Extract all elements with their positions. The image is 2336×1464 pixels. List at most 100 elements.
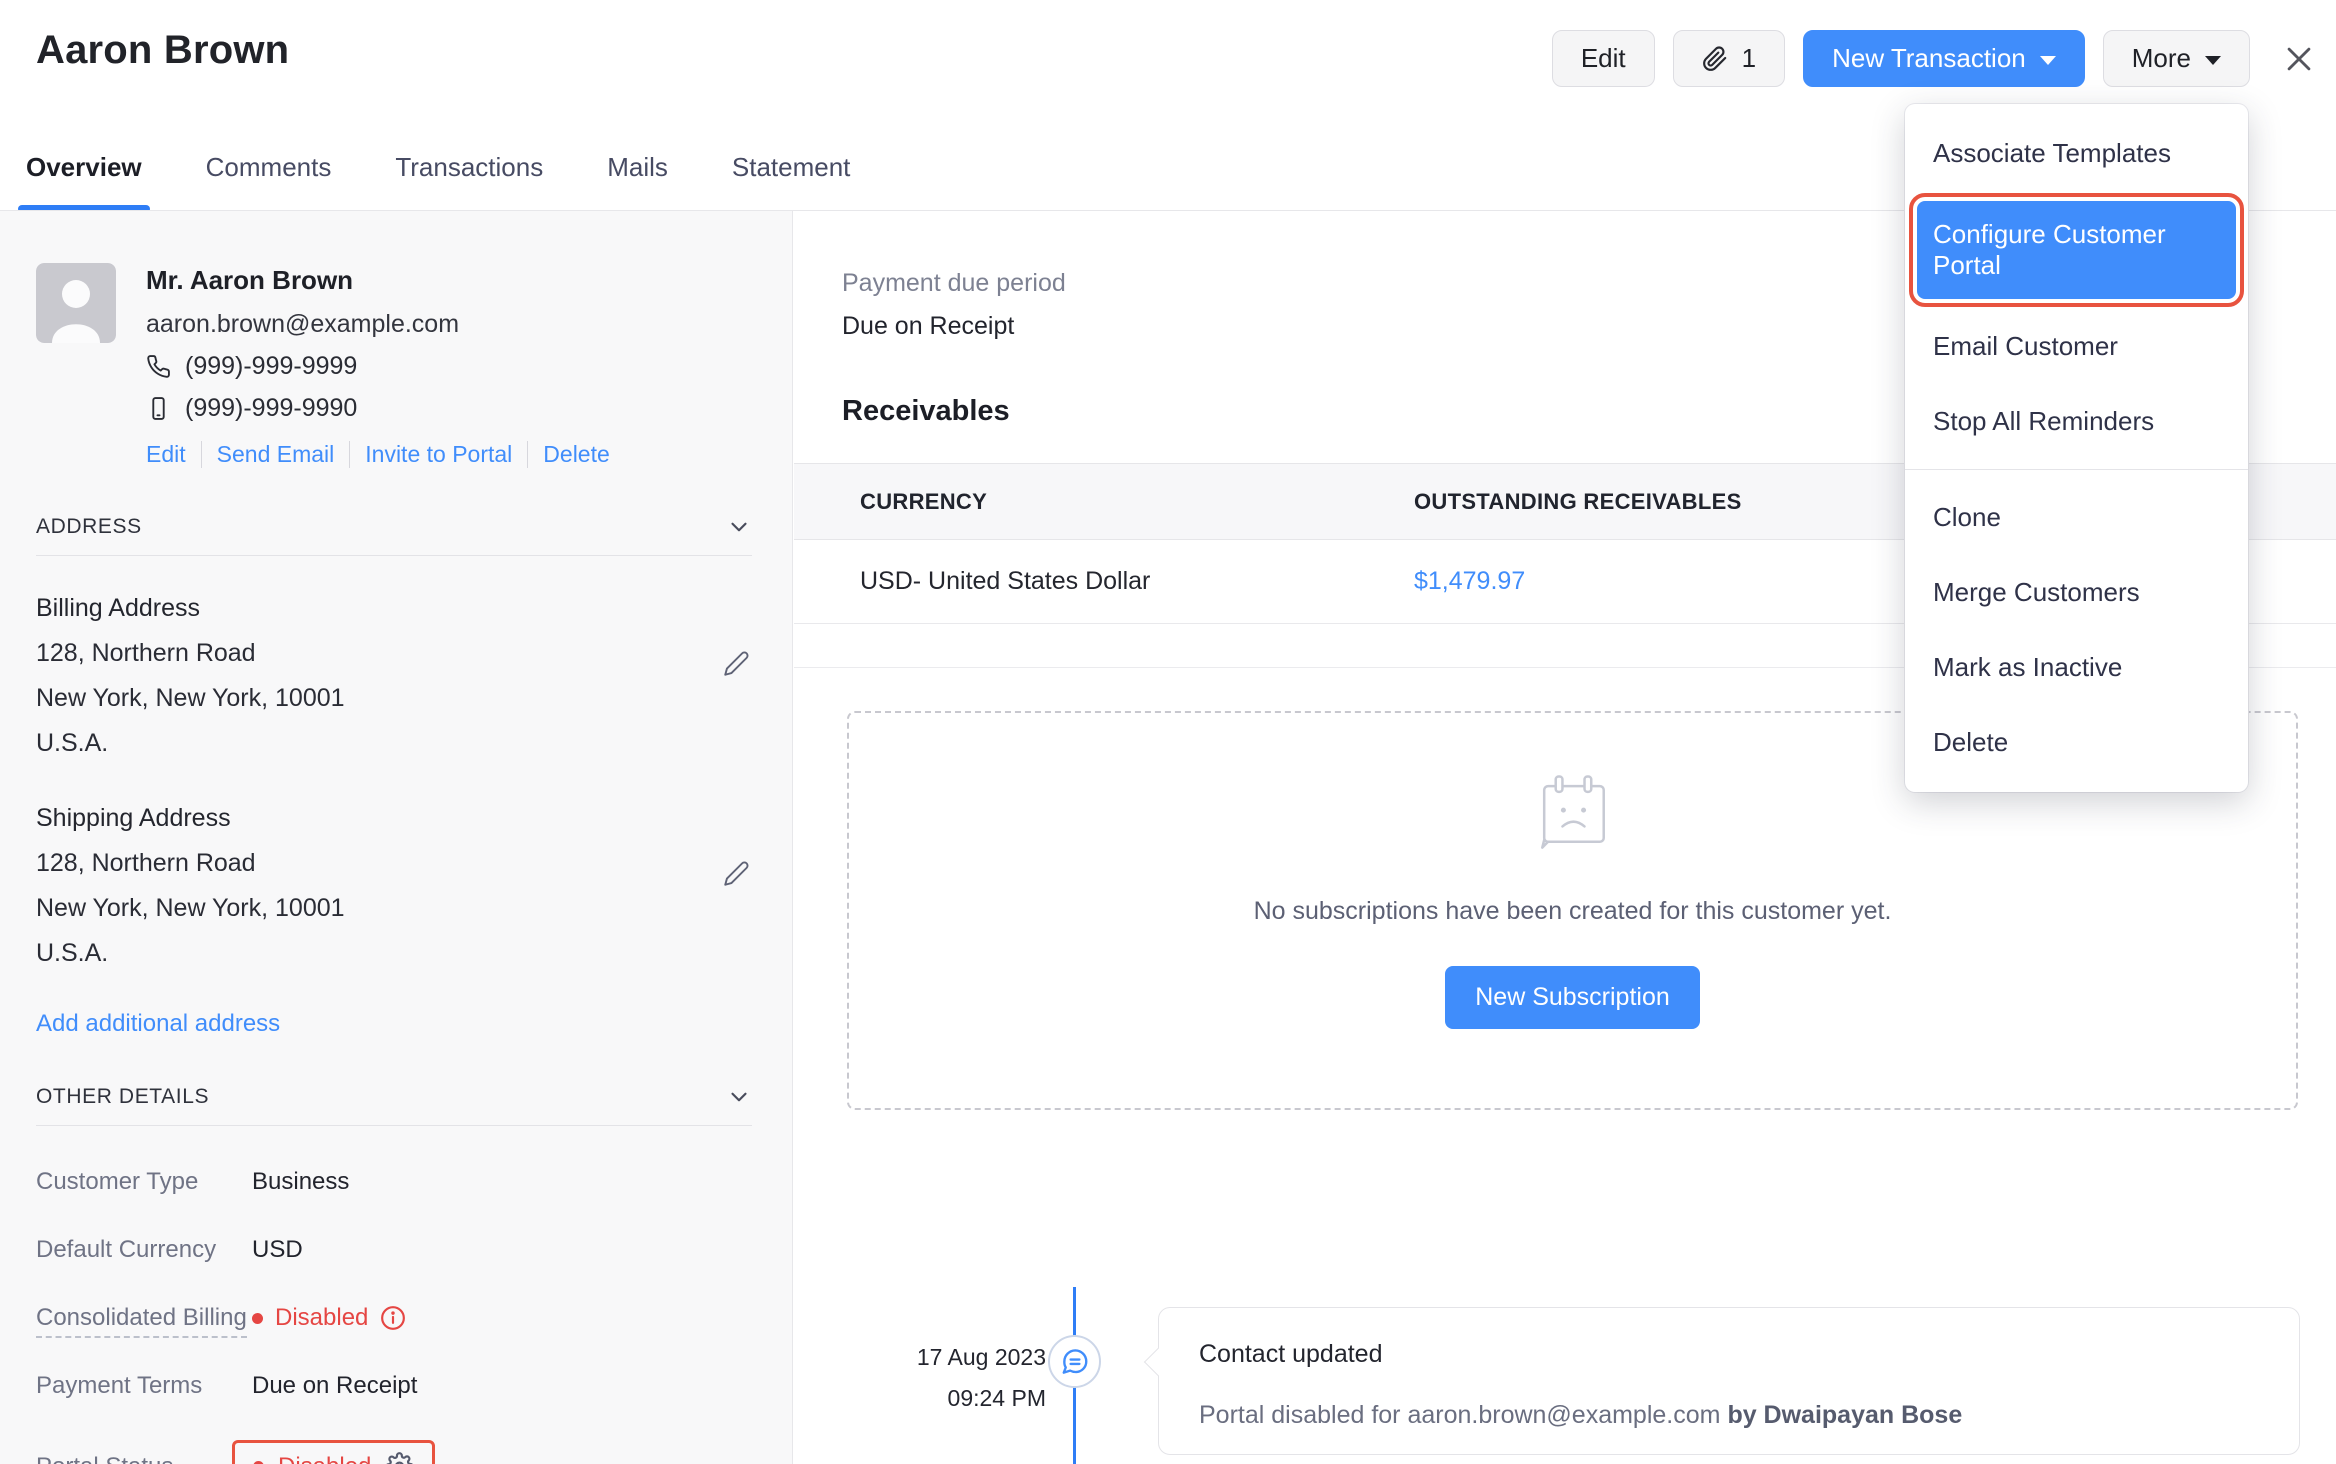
pencil-icon[interactable]	[723, 860, 750, 887]
divider	[36, 555, 752, 556]
contact-email: aaron.brown@example.com	[146, 310, 625, 339]
receivables-title: Receivables	[842, 395, 1010, 428]
billing-address-line: 128, Northern Road	[36, 631, 752, 676]
invite-to-portal-link[interactable]: Invite to Portal	[349, 441, 527, 468]
timeline-event-text: Portal disabled for aaron.brown@example.…	[1199, 1401, 1720, 1429]
chevron-down-icon	[2040, 56, 2056, 65]
edit-button-label: Edit	[1581, 43, 1626, 74]
menu-item-stop-all-reminders[interactable]: Stop All Reminders	[1905, 384, 2248, 459]
edit-button[interactable]: Edit	[1552, 30, 1655, 87]
billing-address-line: New York, New York, 10001	[36, 676, 752, 721]
customer-type-row: Customer Type Business	[36, 1168, 752, 1196]
work-phone: (999)-999-9999	[185, 352, 357, 381]
timeline-event-card: Contact updated Portal disabled for aaro…	[1158, 1307, 2300, 1455]
gear-icon[interactable]	[385, 1452, 414, 1464]
tab-mails[interactable]: Mails	[605, 152, 670, 209]
contact-edit-link[interactable]: Edit	[146, 441, 201, 468]
mobile-icon	[146, 396, 171, 421]
address-section-title: ADDRESS	[36, 515, 142, 539]
shipping-address-title: Shipping Address	[36, 796, 752, 841]
menu-divider	[1905, 469, 2248, 470]
attachment-count: 1	[1742, 43, 1756, 74]
menu-item-associate-templates[interactable]: Associate Templates	[1905, 116, 2248, 191]
tab-overview[interactable]: Overview	[24, 152, 144, 209]
address-section-header[interactable]: ADDRESS	[36, 514, 752, 540]
divider	[36, 1125, 752, 1126]
currency-column-header: CURRENCY	[794, 489, 1414, 515]
tab-transactions[interactable]: Transactions	[393, 152, 545, 209]
phone-icon	[146, 354, 171, 379]
avatar	[36, 263, 116, 343]
contact-name: Mr. Aaron Brown	[146, 265, 625, 296]
shipping-address-line: U.S.A.	[36, 931, 752, 976]
add-additional-address-link[interactable]: Add additional address	[36, 1010, 752, 1038]
header-actions: Edit 1 New Transaction More	[1552, 30, 2316, 87]
menu-item-clone[interactable]: Clone	[1905, 480, 2248, 555]
payment-terms-value: Due on Receipt	[252, 1372, 417, 1400]
default-currency-value: USD	[252, 1236, 303, 1264]
menu-item-configure-customer-portal[interactable]: Configure Customer Portal	[1917, 201, 2236, 299]
send-email-link[interactable]: Send Email	[201, 441, 350, 468]
tab-comments[interactable]: Comments	[204, 152, 334, 209]
shipping-address-line: 128, Northern Road	[36, 841, 752, 886]
menu-item-merge-customers[interactable]: Merge Customers	[1905, 555, 2248, 630]
billing-address-title: Billing Address	[36, 586, 752, 631]
billing-address-block: Billing Address 128, Northern Road New Y…	[36, 586, 752, 766]
payment-due-period-label: Payment due period	[842, 269, 1066, 298]
portal-status-value: Disabled	[278, 1453, 371, 1464]
chevron-down-icon	[2205, 56, 2221, 65]
shipping-address-line: New York, New York, 10001	[36, 886, 752, 931]
tab-bar: Overview Comments Transactions Mails Sta…	[24, 152, 852, 209]
timeline-time: 09:24 PM	[814, 1385, 1046, 1412]
more-button-label: More	[2132, 43, 2191, 74]
pencil-icon[interactable]	[723, 650, 750, 677]
consolidated-billing-label[interactable]: Consolidated Billing	[36, 1304, 252, 1332]
other-details-section-header[interactable]: OTHER DETAILS	[36, 1084, 752, 1110]
timeline-card-notch	[1144, 1348, 1172, 1376]
currency-cell: USD- United States Dollar	[794, 567, 1414, 596]
menu-item-email-customer[interactable]: Email Customer	[1905, 309, 2248, 384]
attachments-button[interactable]: 1	[1673, 30, 1785, 87]
more-dropdown-menu: Associate Templates Configure Customer P…	[1905, 104, 2248, 792]
menu-item-delete[interactable]: Delete	[1905, 705, 2248, 780]
contact-block: Mr. Aaron Brown aaron.brown@example.com …	[36, 263, 752, 468]
status-dot	[252, 1313, 263, 1324]
close-icon[interactable]	[2282, 42, 2316, 76]
chevron-down-icon	[726, 514, 752, 540]
mobile-phone: (999)-999-9990	[185, 394, 357, 423]
payment-terms-label: Payment Terms	[36, 1372, 252, 1400]
timeline-date: 17 Aug 2023	[814, 1344, 1046, 1371]
timeline-event-actor: by Dwaipayan Bose	[1727, 1401, 1962, 1429]
payment-due-period-value: Due on Receipt	[842, 312, 1014, 341]
new-subscription-button[interactable]: New Subscription	[1445, 966, 1700, 1029]
more-button[interactable]: More	[2103, 30, 2250, 87]
portal-status-row: Portal Status Disabled	[36, 1440, 752, 1464]
customer-type-value: Business	[252, 1168, 349, 1196]
timeline-event-title: Contact updated	[1199, 1340, 2259, 1369]
new-transaction-button[interactable]: New Transaction	[1803, 30, 2085, 87]
page-title: Aaron Brown	[36, 28, 289, 73]
info-icon[interactable]	[380, 1305, 406, 1331]
menu-item-mark-as-inactive[interactable]: Mark as Inactive	[1905, 630, 2248, 705]
new-transaction-label: New Transaction	[1832, 43, 2026, 74]
sad-calendar-icon	[1525, 765, 1621, 861]
customer-details-sidebar: Mr. Aaron Brown aaron.brown@example.com …	[0, 211, 793, 1464]
comment-bubble-icon	[1048, 1335, 1101, 1388]
portal-status-label: Portal Status	[36, 1453, 252, 1464]
payment-terms-row: Payment Terms Due on Receipt	[36, 1372, 752, 1400]
default-currency-row: Default Currency USD	[36, 1236, 752, 1264]
contact-delete-link[interactable]: Delete	[527, 441, 624, 468]
other-details-section-title: OTHER DETAILS	[36, 1085, 209, 1109]
outstanding-column-header: OUTSTANDING RECEIVABLES	[1414, 489, 1742, 515]
tab-statement[interactable]: Statement	[730, 152, 853, 209]
outstanding-amount-link[interactable]: $1,479.97	[1414, 567, 1525, 596]
customer-type-label: Customer Type	[36, 1168, 252, 1196]
portal-status-annotation: Disabled	[232, 1440, 435, 1464]
billing-address-line: U.S.A.	[36, 721, 752, 766]
empty-subscriptions-message: No subscriptions have been created for t…	[1254, 897, 1892, 926]
chevron-down-icon	[726, 1084, 752, 1110]
consolidated-billing-row: Consolidated Billing Disabled	[36, 1304, 752, 1332]
paperclip-icon	[1702, 46, 1728, 72]
shipping-address-block: Shipping Address 128, Northern Road New …	[36, 796, 752, 976]
default-currency-label: Default Currency	[36, 1236, 252, 1264]
